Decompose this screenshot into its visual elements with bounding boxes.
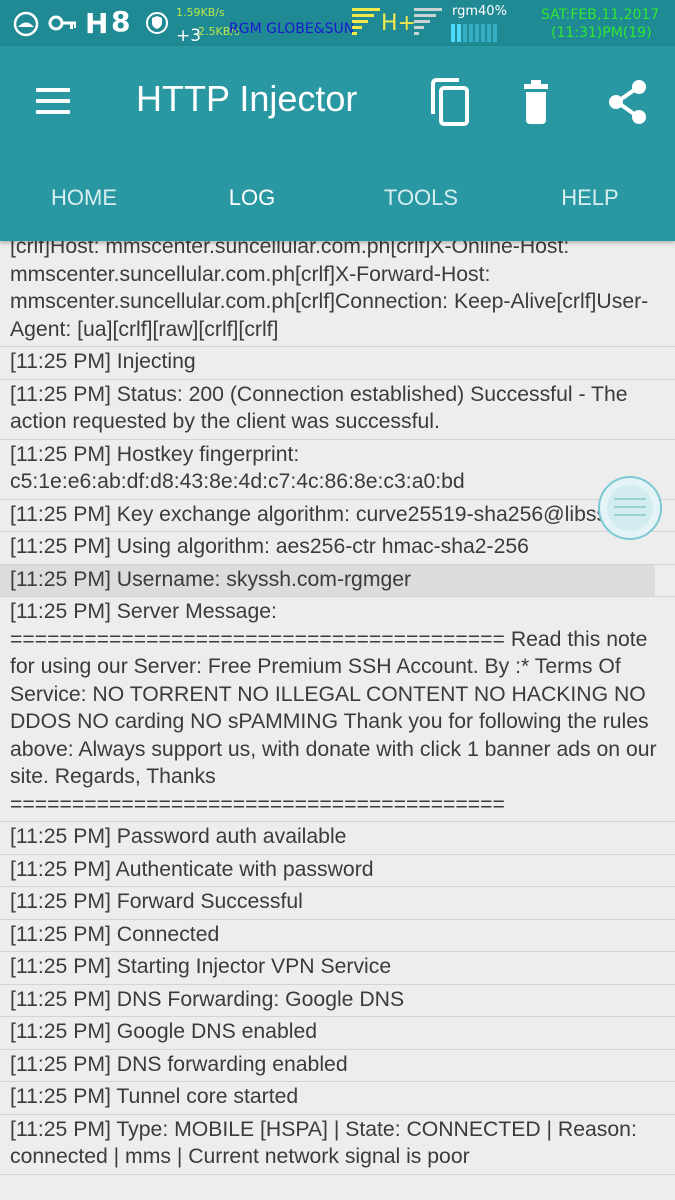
- shield-icon: [146, 12, 168, 34]
- tab-tools[interactable]: TOOLS: [337, 185, 505, 211]
- vpn-key-icon: [48, 15, 76, 31]
- log-entry: [11:25 PM] Tunnel core started: [0, 1082, 675, 1115]
- log-entry: [11:25 PM] Using algorithm: aes256-ctr h…: [0, 532, 675, 565]
- log-entry-selected: [11:25 PM] Username: skyssh.com-rgmger: [0, 564, 675, 597]
- signal-strength-icon-2: [414, 6, 444, 38]
- log-entry: [11:25 PM] Forward Successful: [0, 887, 675, 920]
- log-entry: [11:25 PM] Hostkey fingerprint: c5:1e:e6…: [0, 439, 675, 500]
- log-entry: [11:25 PM] Injecting: [0, 347, 675, 380]
- battery-label: rgm40%: [452, 4, 507, 19]
- copy-icon[interactable]: [429, 78, 475, 128]
- tab-bar: HOME LOG TOOLS HELP: [0, 171, 675, 227]
- log-entry: [crlf]Host: mmscenter.suncellular.com.ph…: [0, 240, 675, 347]
- share-icon[interactable]: [607, 78, 653, 128]
- log-entry: [11:25 PM] Status: 200 (Connection estab…: [0, 379, 675, 440]
- status-bar: H 8 1.59KB/s +3 2.5KB/s RGM GLOBE&SUN H+…: [0, 0, 675, 46]
- tab-home[interactable]: HOME: [0, 185, 168, 211]
- hspa-h-icon: H: [85, 7, 109, 40]
- carrier-name: RGM GLOBE&SUN: [229, 21, 355, 37]
- status-date: SAT:FEB,11,2017: [541, 7, 660, 23]
- infinity-icon: 8: [111, 5, 131, 38]
- app-title: HTTP Injector: [136, 78, 358, 119]
- delete-icon[interactable]: [518, 78, 564, 128]
- network-speed-up: 1.59KB/s: [176, 6, 225, 19]
- log-entry: [11:25 PM] Google DNS enabled: [0, 1017, 675, 1050]
- log-entry: [11:25 PM] Server Message: =============…: [0, 597, 675, 822]
- log-entry: [11:25 PM] Type: MOBILE [HSPA] | State: …: [0, 1114, 675, 1175]
- battery-icon: [451, 24, 497, 42]
- circle-status-icon: [13, 11, 39, 37]
- log-entry: [11:25 PM] Connected: [0, 919, 675, 952]
- log-entry: [11:25 PM] Password auth available: [0, 822, 675, 855]
- tab-indicator: [168, 237, 337, 241]
- tab-log[interactable]: LOG: [168, 185, 336, 211]
- log-list[interactable]: [crlf]Host: mmscenter.suncellular.com.ph…: [0, 240, 675, 1200]
- network-type: H+: [381, 11, 416, 36]
- tab-help[interactable]: HELP: [506, 185, 674, 211]
- app-bar: HTTP Injector HOME LOG TOOLS HELP: [0, 46, 675, 241]
- floating-bubble-icon[interactable]: [598, 476, 662, 540]
- log-entry: [11:25 PM] DNS Forwarding: Google DNS: [0, 984, 675, 1017]
- log-entry: [11:25 PM] Authenticate with password: [0, 854, 675, 887]
- signal-strength-icon: [352, 6, 382, 38]
- log-entry: [11:25 PM] DNS forwarding enabled: [0, 1049, 675, 1082]
- status-time: (11:31)PM(19): [551, 25, 652, 41]
- log-entry: [11:25 PM] Key exchange algorithm: curve…: [0, 499, 675, 532]
- menu-icon[interactable]: [36, 88, 70, 114]
- log-entry: [11:25 PM] Starting Injector VPN Service: [0, 952, 675, 985]
